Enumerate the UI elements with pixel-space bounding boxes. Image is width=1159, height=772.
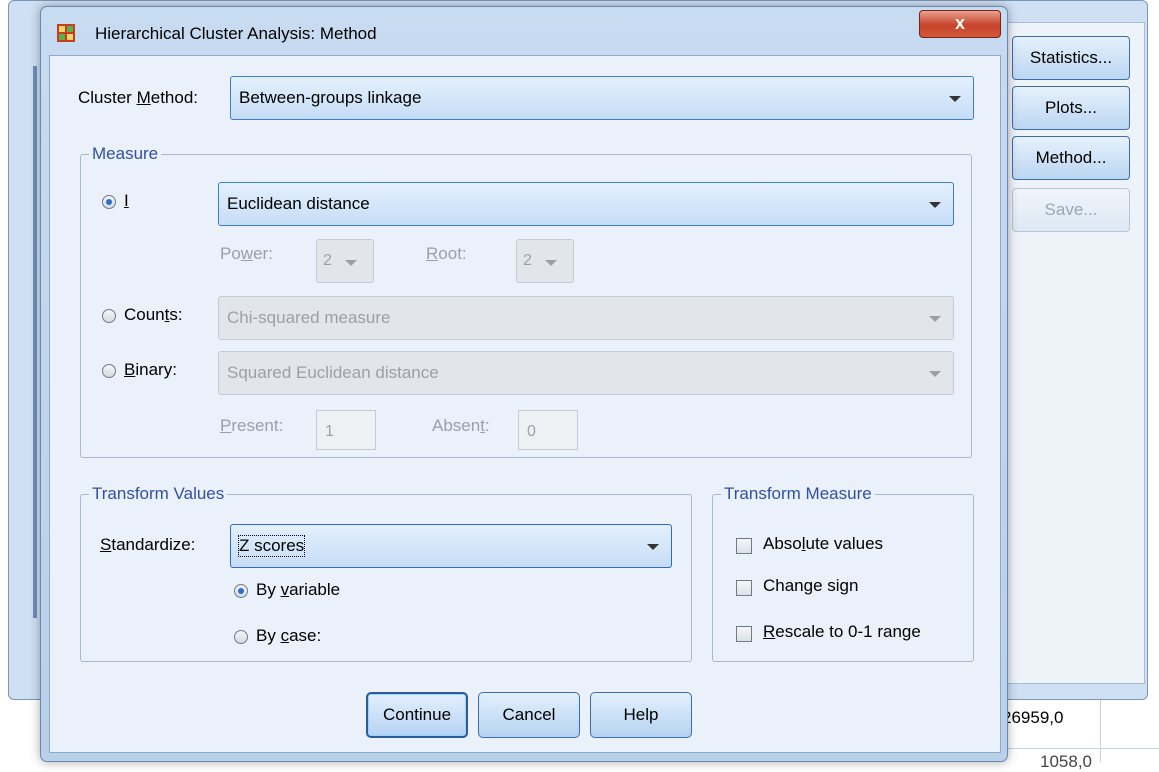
rescale-label: Rescale to 0-1 range [763, 622, 921, 641]
absent-field[interactable]: 0 [518, 410, 578, 450]
dialog-title: Hierarchical Cluster Analysis: Method [95, 24, 377, 43]
transform-values-title: Transform Values [89, 484, 228, 504]
plots-button[interactable]: Plots... [1012, 86, 1130, 130]
chevron-down-icon [647, 544, 659, 550]
present-value: 1 [325, 423, 334, 440]
spss-table-icon [57, 24, 75, 42]
interval-radio[interactable] [102, 195, 116, 209]
binary-label: Binary: [124, 360, 177, 379]
by-variable-label: By variable [256, 580, 341, 599]
by-case-label: By case: [256, 626, 322, 645]
binary-measure-value: Squared Euclidean distance [227, 363, 439, 382]
measure-group-title: Measure [89, 144, 162, 164]
interval-measure-value: Euclidean distance [227, 194, 370, 213]
transform-values-group: Transform Values [80, 484, 692, 662]
close-button[interactable]: x [919, 10, 1001, 38]
counts-label: Counts: [124, 305, 183, 324]
counts-measure-dropdown[interactable]: Chi-squared measure [218, 296, 954, 340]
chevron-down-icon [929, 316, 941, 322]
counts-measure-value: Chi-squared measure [227, 308, 391, 327]
chevron-down-icon [545, 260, 557, 266]
present-label: Present: [220, 416, 284, 435]
chevron-down-icon [929, 202, 941, 208]
interval-label: I [124, 191, 129, 210]
interval-measure-dropdown[interactable]: Euclidean distance [218, 182, 954, 226]
continue-button[interactable]: Continue [366, 692, 468, 738]
cancel-button[interactable]: Cancel [478, 692, 580, 738]
root-dropdown[interactable]: 2 [516, 239, 574, 283]
chevron-down-icon [929, 371, 941, 377]
method-button[interactable]: Method... [1012, 136, 1130, 180]
change-sign-checkbox[interactable] [736, 580, 752, 596]
absent-label: Absent: [432, 416, 490, 435]
binary-measure-dropdown[interactable]: Squared Euclidean distance [218, 351, 954, 395]
grid-cell[interactable]: 26959,0 [1002, 708, 1063, 728]
cluster-method-value: Between-groups linkage [239, 88, 422, 107]
grid-row-divider [990, 748, 1159, 749]
change-sign-label: Change sign [763, 576, 859, 595]
standardize-dropdown[interactable]: Z scores [230, 524, 672, 568]
title-bar[interactable]: Hierarchical Cluster Analysis: Method x [41, 7, 1007, 55]
dialog-body: Cluster Method: Between-groups linkage M… [49, 55, 1001, 753]
standardize-label: Standardize: [100, 535, 196, 554]
transform-measure-title: Transform Measure [721, 484, 875, 504]
by-case-radio[interactable] [234, 630, 248, 644]
absolute-values-label: Absolute values [763, 534, 884, 553]
standardize-value: Z scores [237, 535, 306, 557]
power-value: 2 [323, 252, 332, 269]
root-value: 2 [523, 252, 532, 269]
present-field[interactable]: 1 [316, 410, 376, 450]
absolute-values-checkbox[interactable] [736, 538, 752, 554]
method-dialog: Hierarchical Cluster Analysis: Method x … [40, 6, 1008, 762]
help-button[interactable]: Help [590, 692, 692, 738]
cluster-method-label: Cluster Method: [78, 88, 199, 107]
binary-radio[interactable] [102, 364, 116, 378]
grid-divider [1100, 700, 1101, 762]
rescale-checkbox[interactable] [736, 626, 752, 642]
root-label: Root: [426, 244, 467, 263]
by-variable-radio[interactable] [234, 584, 248, 598]
power-dropdown[interactable]: 2 [316, 239, 374, 283]
cluster-method-dropdown[interactable]: Between-groups linkage [230, 76, 974, 120]
chevron-down-icon [345, 260, 357, 266]
statistics-button[interactable]: Statistics... [1012, 36, 1130, 80]
grid-cell[interactable]: 1058,0 [1040, 752, 1092, 772]
parent-list-edge [33, 66, 37, 618]
save-button[interactable]: Save... [1012, 188, 1130, 232]
absent-value: 0 [527, 423, 536, 440]
power-label: Power: [220, 244, 273, 263]
chevron-down-icon [949, 96, 961, 102]
counts-radio[interactable] [102, 309, 116, 323]
